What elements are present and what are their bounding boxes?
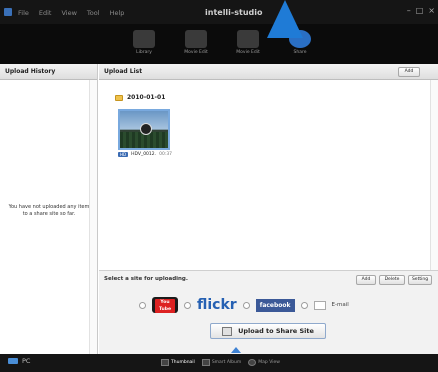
pc-icon (8, 358, 18, 364)
thumbnail-view-icon (161, 359, 169, 366)
app-title: intelli-studio (205, 8, 263, 17)
library-button[interactable]: Library (120, 30, 168, 62)
upload-list-title: Upload List (104, 68, 143, 75)
view-thumbnail-label: Thumbnail (171, 360, 195, 365)
facebook-radio[interactable] (242, 301, 250, 309)
menu-help[interactable]: Help (110, 9, 125, 17)
folder-row[interactable]: 2010-01-01 (115, 94, 165, 101)
delete-site-button[interactable]: Delete (379, 275, 405, 285)
menu-view[interactable]: View (61, 9, 76, 17)
youtube-label: You Tube (155, 299, 175, 313)
facebook-logo[interactable]: facebook (255, 298, 295, 312)
add-upload-button[interactable]: Add (398, 67, 420, 77)
library-label: Library (136, 50, 152, 55)
movie-edit-label: Movie Edit (184, 50, 208, 55)
video-thumbnail[interactable] (118, 109, 170, 150)
video-clip-icon (140, 123, 152, 135)
close-icon[interactable]: × (428, 6, 435, 15)
menu-edit[interactable]: Edit (39, 9, 52, 17)
movie-edit-button[interactable]: Movie Edit (172, 30, 220, 62)
folder-date: 2010-01-01 (127, 94, 166, 101)
hd-badge: HD (118, 152, 129, 157)
menu-tool[interactable]: Tool (87, 9, 100, 17)
map-view-icon (248, 359, 257, 366)
thumbnail-caption: HD HDV_0012. 00:37 (118, 152, 172, 157)
menu-file[interactable]: File (18, 9, 29, 17)
email-radio[interactable] (300, 301, 308, 309)
view-map[interactable]: Map View (248, 359, 280, 366)
flickr-logo[interactable]: flickr (197, 297, 237, 313)
pc-section[interactable]: PC (8, 357, 30, 365)
right-scrollbar[interactable] (430, 80, 438, 270)
upload-icon (222, 326, 233, 336)
share-label: Share (293, 50, 307, 55)
view-switcher: Thumbnail Smart Album Map View (161, 359, 280, 366)
youtube-radio[interactable] (139, 301, 146, 309)
view-smart-album[interactable]: Smart Album (201, 359, 242, 366)
upload-history-empty: You have not uploaded any item to a shar… (8, 204, 90, 217)
upload-history-panel: Upload History You have not uploaded any… (0, 64, 98, 354)
movie-edit-2-icon (237, 30, 259, 48)
youtube-logo[interactable]: You Tube (152, 297, 178, 313)
title-bar: File Edit View Tool Help intelli-studio … (0, 0, 438, 24)
pointer-arrow-icon (267, 0, 303, 38)
setting-button[interactable]: Setting (408, 275, 432, 285)
pc-label: PC (22, 357, 31, 365)
site-options: You Tube flickr facebook E-mail (139, 297, 349, 313)
minimize-icon[interactable]: – (407, 6, 411, 15)
upload-to-share-button[interactable]: Upload to Share Site (210, 323, 326, 339)
upload-to-share-label: Upload to Share Site (238, 327, 314, 335)
flickr-radio[interactable] (184, 301, 191, 309)
share-prompt: Select a site for uploading. (104, 276, 188, 282)
upload-list-panel: Upload List Add 2010-01-01 HD HDV_0012. … (99, 64, 438, 354)
upload-list-header: Upload List Add (99, 64, 438, 80)
left-scrollbar[interactable] (89, 80, 97, 354)
email-icon (313, 300, 326, 310)
email-label[interactable]: E-mail (332, 302, 349, 308)
movie-edit-icon (185, 30, 207, 48)
folder-icon (115, 94, 123, 101)
main-toolbar: Library Movie Edit Movie Edit Share (0, 0, 438, 64)
bottom-bar: PC Thumbnail Smart Album Map View (0, 347, 438, 372)
menu-bar: File Edit View Tool Help (18, 9, 124, 17)
add-site-button[interactable]: Add (356, 275, 376, 285)
view-smart-album-label: Smart Album (211, 360, 242, 365)
share-site-panel: Select a site for uploading. Add Delete … (99, 270, 438, 354)
video-filename: HDV_0012. (131, 152, 157, 157)
expand-up-icon[interactable] (231, 347, 241, 353)
view-thumbnail[interactable]: Thumbnail (161, 359, 195, 366)
smart-album-icon (201, 359, 210, 366)
maximize-icon[interactable]: □ (416, 6, 424, 15)
library-icon (133, 30, 155, 48)
app-logo-icon (4, 8, 12, 16)
window-controls: – □ × (407, 6, 435, 15)
upload-history-title: Upload History (0, 64, 97, 80)
video-duration: 00:37 (159, 152, 173, 157)
movie-edit-2-label: Movie Edit (236, 50, 260, 55)
movie-edit-2-button[interactable]: Movie Edit (224, 30, 272, 62)
view-map-label: Map View (258, 360, 280, 365)
